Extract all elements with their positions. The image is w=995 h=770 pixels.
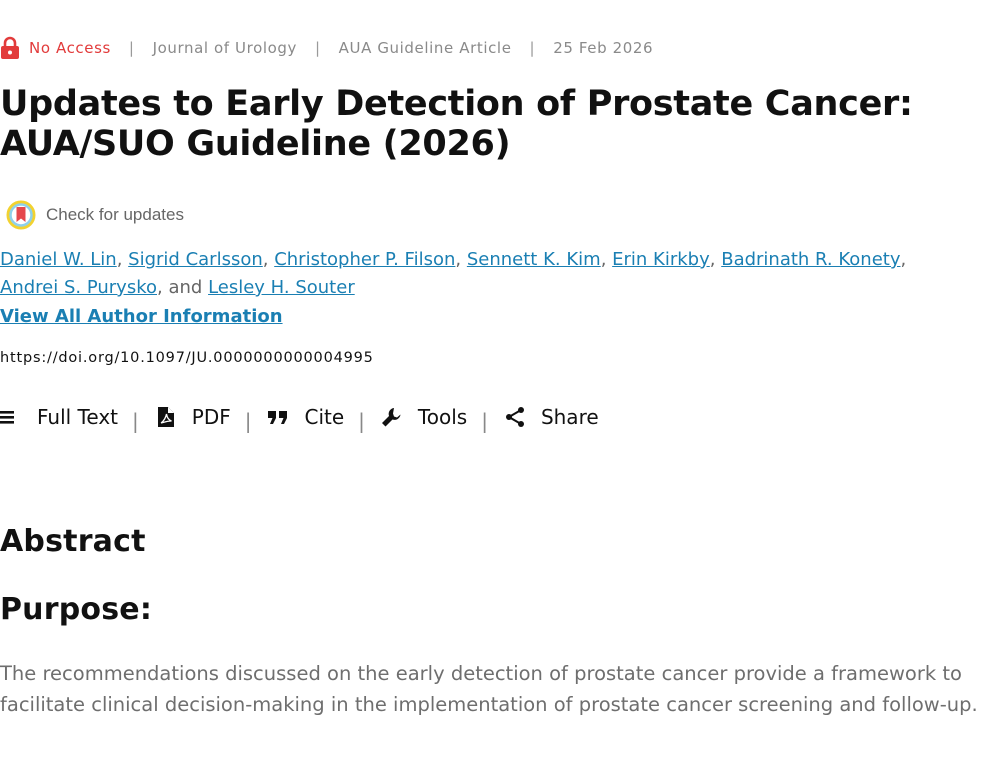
cite-button[interactable]: Cite — [267, 405, 344, 429]
toolbar-separator: | — [481, 409, 488, 433]
purpose-heading: Purpose: — [0, 592, 153, 627]
author-link[interactable]: Sennett K. Kim — [467, 249, 601, 270]
toolbar-separator: | — [244, 409, 252, 433]
author-link[interactable]: Lesley H. Souter — [208, 277, 355, 298]
share-label: Share — [540, 405, 599, 429]
meta-separator: | — [315, 39, 321, 57]
author-link[interactable]: Sigrid Carlsson — [128, 249, 263, 270]
share-button[interactable]: Share — [504, 405, 599, 429]
abstract-heading: Abstract — [0, 524, 146, 559]
share-icon — [505, 407, 524, 427]
publication-date: 25 Feb 2026 — [553, 39, 654, 57]
cite-label: Cite — [304, 405, 345, 429]
quote-icon — [268, 411, 288, 424]
doi-link[interactable]: https://doi.org/10.1097/JU.0000000000004… — [0, 350, 374, 366]
author-link[interactable]: Christopher P. Filson — [274, 249, 455, 270]
author-link[interactable]: Erin Kirkby — [612, 249, 710, 270]
meta-separator: | — [529, 39, 536, 57]
access-status: No Access — [29, 39, 111, 57]
tools-button[interactable]: Tools — [381, 405, 467, 429]
meta-separator: | — [128, 39, 135, 57]
author-link[interactable]: Daniel W. Lin — [0, 249, 117, 270]
author-link[interactable]: Badrinath R. Konety — [721, 249, 900, 270]
pdf-label: PDF — [191, 405, 231, 429]
pdf-icon — [157, 407, 174, 427]
tools-label: Tools — [417, 405, 468, 429]
article-toolbar: Full Text | PDF | Cite | Tools | Share — [0, 400, 599, 434]
check-for-updates-button[interactable]: Check for updates — [6, 200, 184, 230]
pdf-button[interactable]: PDF — [155, 405, 231, 429]
full-text-label: Full Text — [37, 405, 119, 429]
article-title: Updates to Early Detection of Prostate C… — [0, 84, 913, 164]
view-all-authors-link[interactable]: View All Author Information — [0, 306, 283, 327]
author-conjunction: and — [168, 277, 203, 298]
author-list: Daniel W. Lin, Sigrid Carlsson, Christop… — [0, 249, 907, 298]
journal-name: Journal of Urology — [152, 39, 297, 57]
list-icon — [0, 411, 14, 424]
purpose-text: The recommendations discussed on the ear… — [0, 662, 978, 716]
full-text-button[interactable]: Full Text — [0, 405, 118, 429]
author-link[interactable]: Andrei S. Purysko — [0, 277, 157, 298]
article-meta-row: No Access | Journal of Urology | AUA Gui… — [0, 36, 653, 60]
wrench-icon — [381, 408, 401, 427]
check-updates-label: Check for updates — [46, 205, 184, 224]
toolbar-separator: | — [132, 409, 139, 433]
toolbar-separator: | — [358, 409, 365, 433]
article-page: No Access | Journal of Urology | AUA Gui… — [0, 0, 995, 770]
article-type: AUA Guideline Article — [338, 39, 512, 57]
check-updates-icon — [6, 200, 36, 230]
lock-icon — [1, 36, 19, 59]
